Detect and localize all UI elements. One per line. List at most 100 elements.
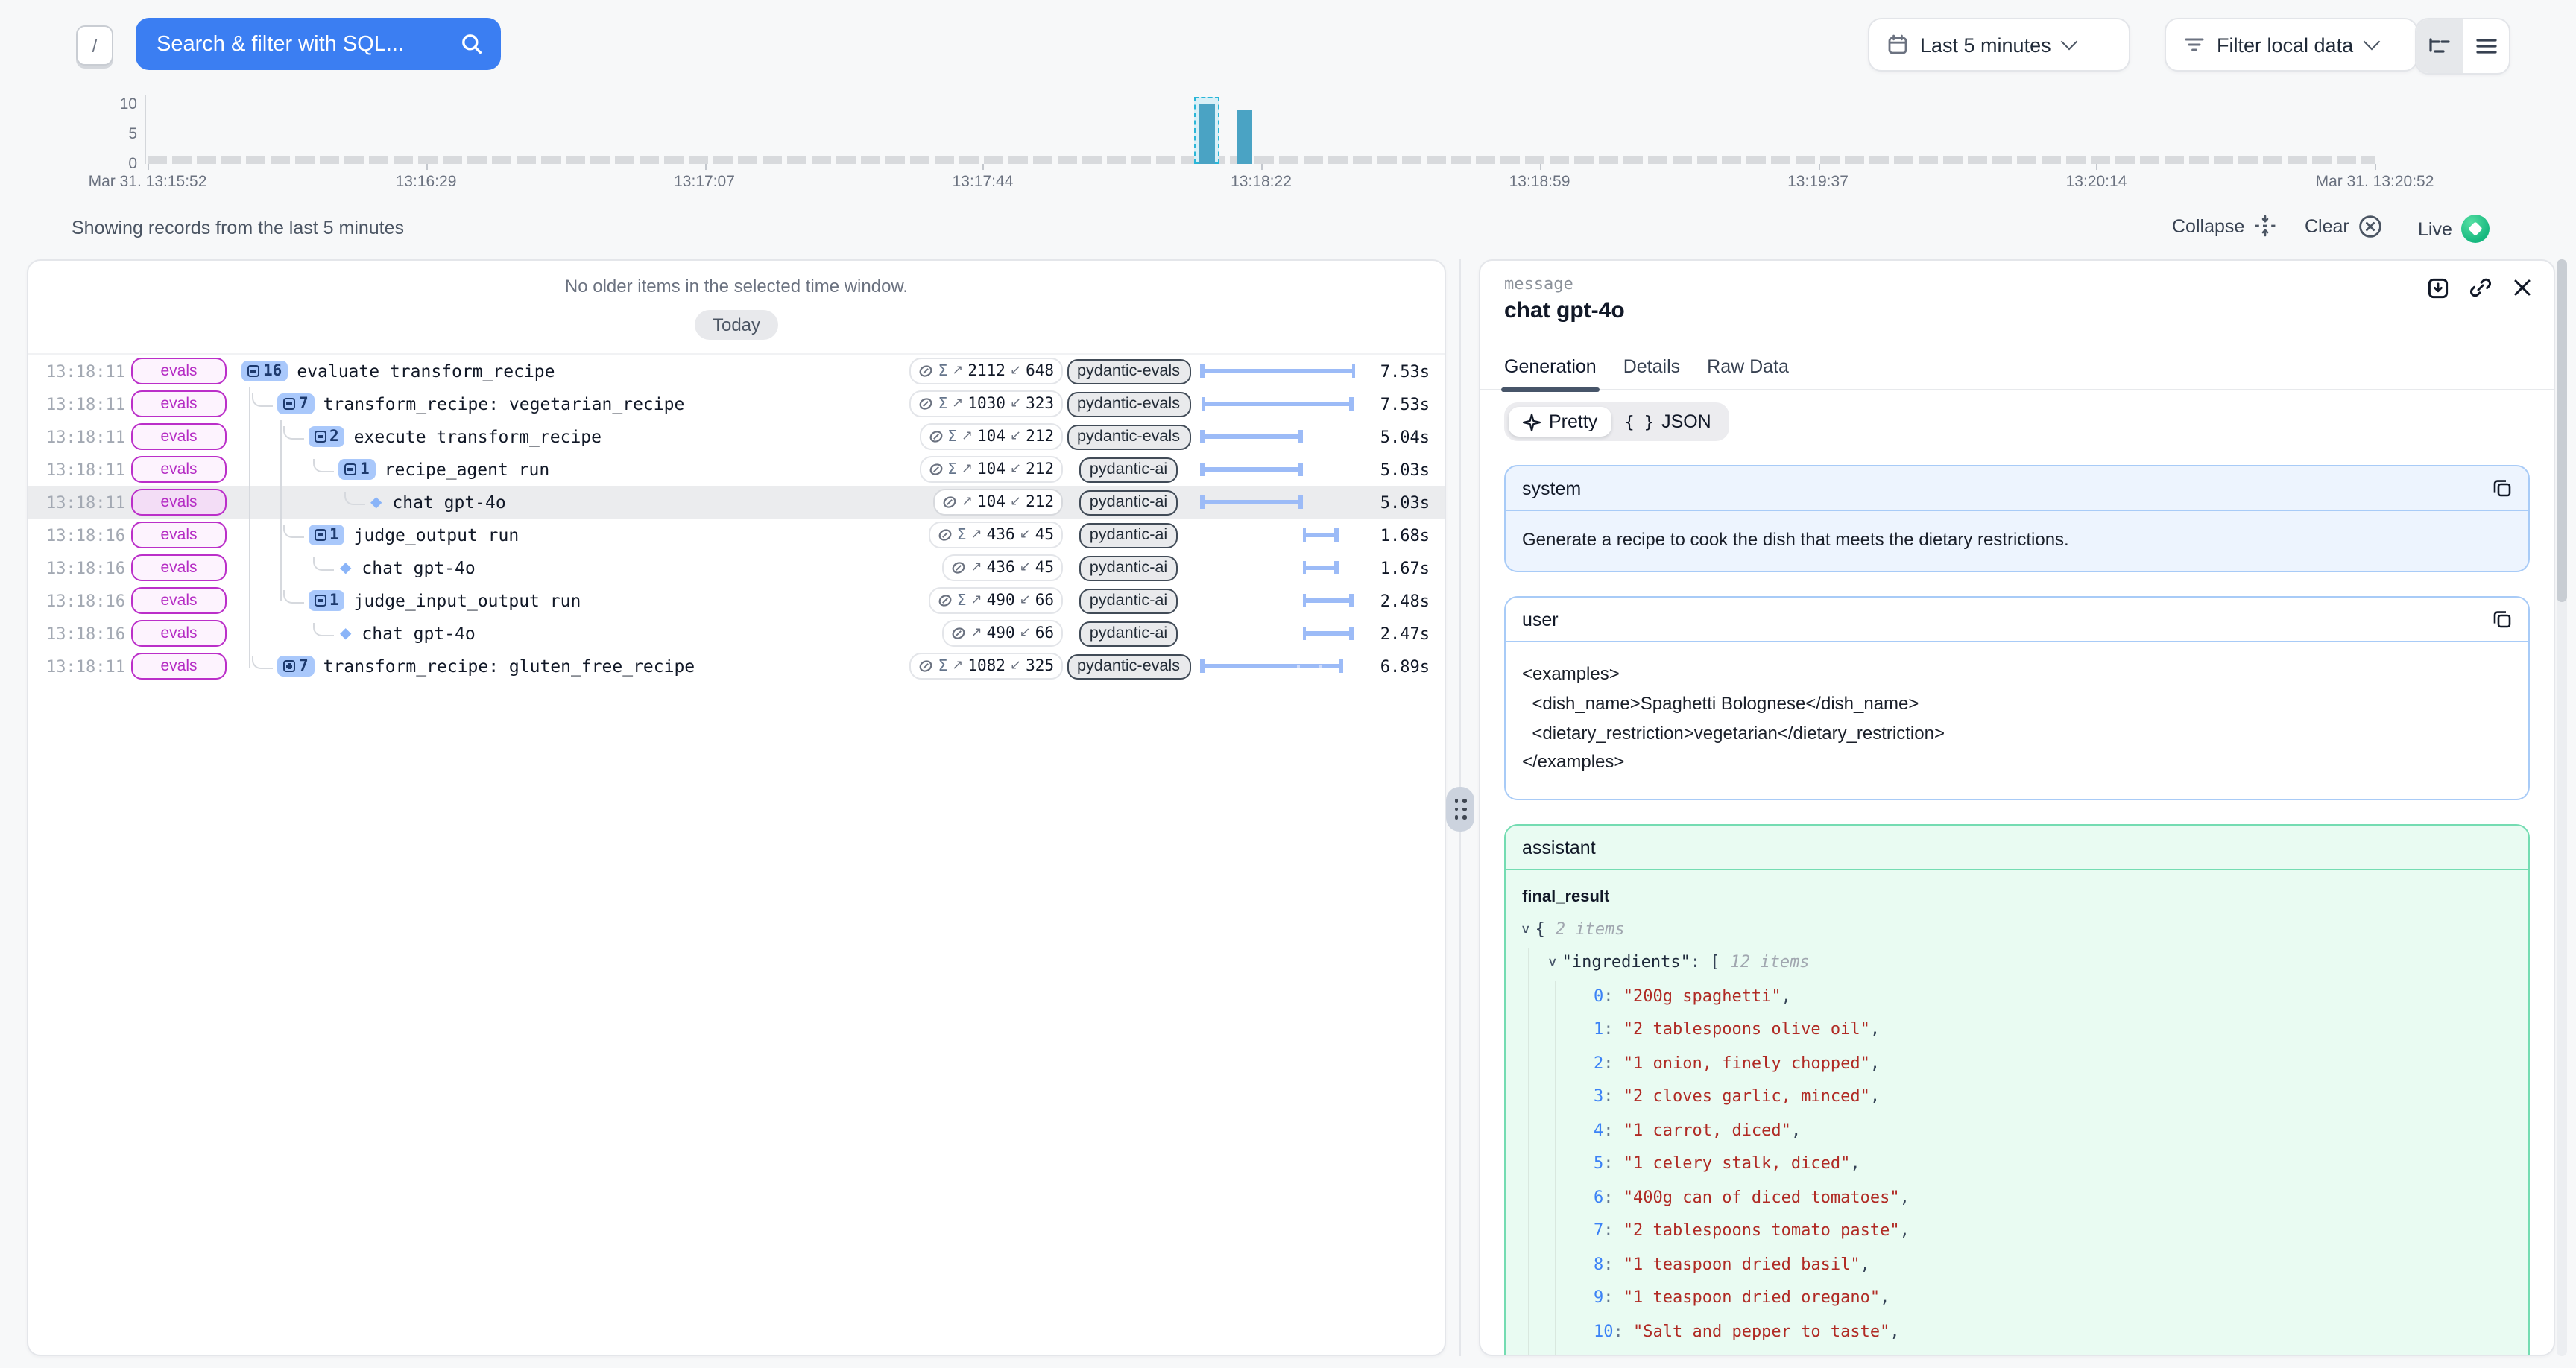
collapse-count-badge[interactable]: 7: [277, 393, 315, 414]
collapse-chevron-icon[interactable]: ∨: [1548, 956, 1558, 969]
duration-text: 5.03s: [1361, 493, 1430, 512]
tab-raw-data[interactable]: Raw Data: [1707, 356, 1789, 389]
collapse-count-badge[interactable]: 2: [308, 426, 345, 447]
tree-elbow-connector: [282, 426, 303, 439]
scope-tag-badge[interactable]: pydantic-evals: [1067, 391, 1190, 417]
collapse-button[interactable]: Collapse: [2172, 215, 2276, 237]
evals-badge[interactable]: evals: [131, 554, 227, 581]
input-tokens-arrow-icon: ↗: [952, 659, 963, 674]
json-string-value: "Salt and pepper to taste": [1633, 1322, 1890, 1341]
evals-badge[interactable]: evals: [131, 456, 227, 483]
clear-button[interactable]: Clear: [2305, 215, 2382, 238]
token-usage-badge[interactable]: Σ↗1082↙325: [910, 653, 1063, 680]
json-index: 10: [1594, 1322, 1614, 1341]
copy-icon[interactable]: [2493, 478, 2512, 498]
duration-bar-cell: [1200, 425, 1355, 449]
minus-box-icon: [247, 365, 259, 377]
chart-bar[interactable]: [1199, 104, 1215, 164]
list-view-toggle[interactable]: [2463, 19, 2509, 73]
token-usage-badge[interactable]: Σ↗1030↙323: [910, 390, 1063, 417]
chevron-down-icon: [2060, 34, 2077, 51]
duration-bar: [1200, 430, 1302, 443]
token-usage-badge[interactable]: Σ↗104↙212: [919, 423, 1063, 450]
tree-elbow-connector: [252, 656, 273, 668]
json-string-value: "1 onion, finely chopped": [1623, 1054, 1870, 1073]
x-tick: [983, 164, 985, 170]
user-message-text: <examples> <dish_name>Spaghetti Bolognes…: [1506, 642, 2528, 799]
trace-row[interactable]: 13:18:16evals◆chat gpt-4o↗436↙45pydantic…: [28, 551, 1445, 584]
json-toggle[interactable]: { } JSON: [1611, 407, 1724, 437]
chart-bar[interactable]: [1237, 110, 1252, 164]
scope-tag-badge[interactable]: pydantic-ai: [1079, 522, 1178, 548]
time-range-dropdown[interactable]: Last 5 minutes: [1868, 18, 2130, 72]
view-mode-toggle: [2415, 18, 2510, 75]
system-role-label: system: [1522, 478, 1581, 498]
expand-count-badge[interactable]: 7: [277, 656, 315, 677]
duration-bar: [1200, 495, 1302, 509]
evals-badge[interactable]: evals: [131, 620, 227, 647]
scope-tag-badge[interactable]: pydantic-ai: [1079, 457, 1178, 482]
evals-badge[interactable]: evals: [131, 489, 227, 516]
system-message-text: Generate a recipe to cook the dish that …: [1506, 511, 2528, 571]
token-usage-badge[interactable]: ↗104↙212: [933, 489, 1063, 516]
tab-generation[interactable]: Generation: [1504, 356, 1597, 389]
trace-row[interactable]: 13:18:16evals1judge_output runΣ↗436↙45py…: [28, 519, 1445, 551]
token-usage-badge[interactable]: ↗436↙45: [943, 554, 1063, 581]
pretty-toggle[interactable]: Pretty: [1509, 407, 1611, 437]
output-tokens: 45: [1035, 559, 1054, 577]
save-to-drawer-icon[interactable]: [2427, 276, 2449, 299]
token-usage-badge[interactable]: Σ↗2112↙648: [910, 358, 1063, 384]
duration-text: 1.68s: [1361, 525, 1430, 545]
trace-row[interactable]: 13:18:11evals2execute transform_recipeΣ↗…: [28, 420, 1445, 453]
scope-tag-badge[interactable]: pydantic-ai: [1079, 588, 1178, 613]
timestamp: 13:18:11: [46, 394, 118, 414]
token-usage-badge[interactable]: Σ↗436↙45: [929, 522, 1063, 548]
token-coin-icon: [928, 462, 943, 477]
evals-badge[interactable]: evals: [131, 522, 227, 548]
assistant-message-card: assistant final_result ∨{2 items ∨"ingre…: [1504, 824, 2530, 1356]
tree-view-toggle[interactable]: [2416, 19, 2463, 73]
scope-tag-badge[interactable]: pydantic-evals: [1067, 358, 1190, 384]
tree-elbow-connector: [252, 393, 273, 406]
token-usage-badge[interactable]: Σ↗490↙66: [929, 587, 1063, 614]
evals-badge[interactable]: evals: [131, 390, 227, 417]
tree-elbow-connector: [313, 623, 334, 636]
live-toggle[interactable]: Live: [2418, 215, 2490, 243]
scrollbar-thumb[interactable]: [2557, 259, 2567, 602]
collapse-count-badge[interactable]: 1: [308, 590, 345, 611]
trace-row[interactable]: 13:18:11evals◆chat gpt-4o↗104↙212pydanti…: [28, 486, 1445, 519]
scope-tag-badge[interactable]: pydantic-ai: [1079, 490, 1178, 515]
token-coin-icon: [919, 364, 934, 379]
evals-badge[interactable]: evals: [131, 653, 227, 680]
copy-link-icon[interactable]: [2469, 276, 2493, 300]
evals-badge[interactable]: evals: [131, 423, 227, 450]
collapse-count-badge[interactable]: 1: [308, 525, 345, 545]
collapse-count-badge[interactable]: 16: [242, 361, 288, 381]
collapse-count-badge[interactable]: 1: [338, 459, 376, 480]
sigma-icon: Σ: [957, 592, 967, 609]
trace-row[interactable]: 13:18:16evals◆chat gpt-4o↗490↙66pydantic…: [28, 617, 1445, 650]
search-sql-button[interactable]: Search & filter with SQL...: [136, 18, 501, 70]
evals-badge[interactable]: evals: [131, 358, 227, 384]
token-usage-badge[interactable]: ↗490↙66: [943, 620, 1063, 647]
scope-tag-badge[interactable]: pydantic-ai: [1079, 621, 1178, 646]
x-tick-label: 13:20:14: [2066, 173, 2127, 191]
scope-tag-badge[interactable]: pydantic-ai: [1079, 555, 1178, 580]
token-usage-badge[interactable]: Σ↗104↙212: [919, 456, 1063, 483]
collapse-chevron-icon[interactable]: ∨: [1521, 922, 1531, 936]
close-icon[interactable]: [2512, 277, 2533, 298]
trace-row[interactable]: 13:18:16evals1judge_input_output runΣ↗49…: [28, 584, 1445, 617]
scope-tag-badge[interactable]: pydantic-evals: [1067, 424, 1190, 449]
trace-row[interactable]: 13:18:11evals7transform_recipe: vegetari…: [28, 387, 1445, 420]
scope-tag-badge[interactable]: pydantic-evals: [1067, 653, 1190, 679]
copy-icon[interactable]: [2493, 609, 2512, 629]
trace-row[interactable]: 13:18:11evals7transform_recipe: gluten_f…: [28, 650, 1445, 683]
tab-details[interactable]: Details: [1623, 356, 1680, 389]
trace-row[interactable]: 13:18:11evals16evaluate transform_recipe…: [28, 355, 1445, 387]
json-label: JSON: [1661, 411, 1711, 432]
trace-row[interactable]: 13:18:11evals1recipe_agent runΣ↗104↙212p…: [28, 453, 1445, 486]
evals-badge[interactable]: evals: [131, 587, 227, 614]
tag-cell: pydantic-ai: [1069, 621, 1188, 646]
filter-local-data-dropdown[interactable]: Filter local data: [2165, 18, 2418, 72]
panel-resize-handle[interactable]: [1446, 787, 1474, 832]
